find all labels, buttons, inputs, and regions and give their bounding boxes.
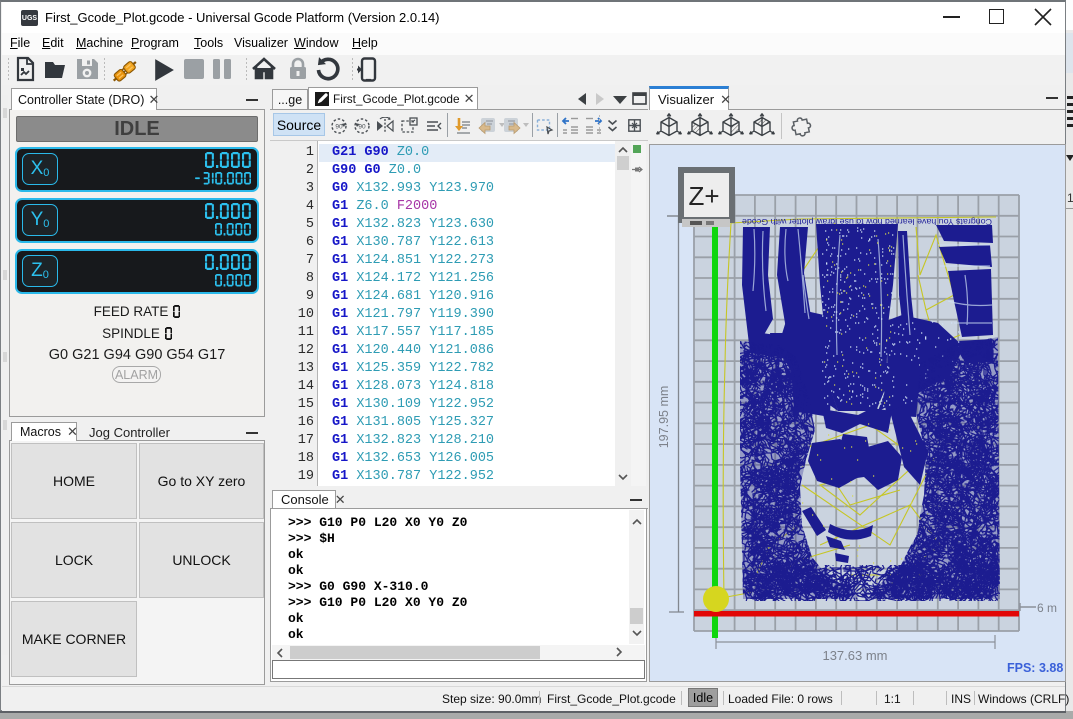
- svg-text:Z+: Z+: [688, 181, 719, 211]
- svg-text:6 m: 6 m: [1037, 601, 1057, 615]
- svg-text:90: 90: [335, 124, 343, 131]
- svg-text:Congrats You have learned how: Congrats You have learned how to use ldr…: [742, 217, 992, 227]
- svg-text:197.95 mm: 197.95 mm: [657, 386, 671, 449]
- svg-text:137.63 mm: 137.63 mm: [822, 648, 887, 663]
- svg-text:90: 90: [358, 124, 366, 131]
